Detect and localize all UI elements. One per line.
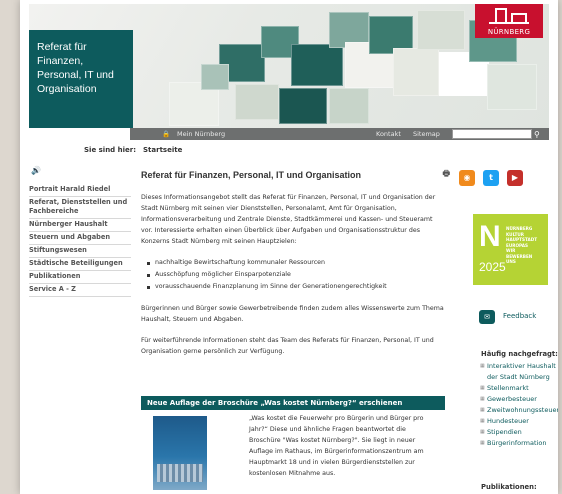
title-line: Finanzen, bbox=[37, 55, 84, 67]
publikationen-heading: Publikationen: bbox=[481, 483, 537, 491]
header-banner: Referat für Finanzen, Personal, IT und O… bbox=[29, 4, 549, 128]
sidebar-item-haushalt[interactable]: Nürnberger Haushalt bbox=[29, 219, 131, 232]
goals-list: nachhaltige Bewirtschaftung kommunaler R… bbox=[147, 257, 446, 293]
title-line: Referat für bbox=[37, 41, 87, 53]
kultur-n-icon: N bbox=[479, 220, 501, 253]
paragraph: Für weiterführende Informationen steht d… bbox=[141, 337, 434, 355]
page: Referat für Finanzen, Personal, IT und O… bbox=[20, 0, 558, 494]
logo-text: NÜRNBERG bbox=[487, 28, 531, 36]
kultur-line: UNS bbox=[506, 259, 516, 264]
nuernberg-logo[interactable]: NÜRNBERG bbox=[475, 4, 543, 38]
link-stipendien[interactable]: Stipendien bbox=[480, 427, 558, 438]
sidebar-item-publikationen[interactable]: Publikationen bbox=[29, 271, 131, 284]
link-gewerbesteuer[interactable]: Gewerbesteuer bbox=[480, 394, 558, 405]
lock-icon: 🔒 bbox=[162, 130, 171, 138]
feedback-label: Feedback bbox=[503, 312, 537, 320]
search-icon[interactable]: ⚲ bbox=[534, 130, 540, 139]
kontakt-link[interactable]: Kontakt bbox=[376, 130, 401, 138]
sidebar-item-steuern[interactable]: Steuern und Abgaben bbox=[29, 232, 131, 245]
often-heading: Häufig nachgefragt: bbox=[481, 350, 558, 358]
link-zweitwohnungssteuer[interactable]: Zweitwohnungssteuer bbox=[480, 405, 558, 416]
paragraph: Bürgerinnen und Bürger sowie Gewerbetrei… bbox=[141, 305, 444, 323]
breadcrumb-label: Sie sind hier: bbox=[84, 146, 137, 154]
sidebar-item-stiftungswesen[interactable]: Stiftungswesen bbox=[29, 245, 131, 258]
rss-icon[interactable]: ◉ bbox=[459, 170, 475, 186]
list-item: nachhaltige Bewirtschaftung kommunaler R… bbox=[147, 257, 446, 269]
mein-nuernberg-link[interactable]: Mein Nürnberg bbox=[177, 130, 225, 138]
feedback-icon: ✉ bbox=[479, 310, 495, 324]
sitemap-link[interactable]: Sitemap bbox=[413, 130, 440, 138]
title-line: Organisation bbox=[37, 83, 97, 95]
right-sidebar: ◉ t ▶ N 2025 NÜRNBERG KULTUR HAUPTSTADT … bbox=[454, 170, 558, 491]
kultur-line: HAUPTSTADT bbox=[506, 237, 538, 242]
page-title-text: Referat für Finanzen, Personal, IT und O… bbox=[141, 170, 362, 180]
page-title: Referat für Finanzen, Personal, IT und O… bbox=[141, 169, 450, 181]
social-links: ◉ t ▶ bbox=[459, 170, 554, 186]
twitter-icon[interactable]: t bbox=[483, 170, 499, 186]
print-icon[interactable]: 🖶 bbox=[442, 168, 450, 179]
breadcrumb: Sie sind hier: Startseite bbox=[29, 146, 549, 156]
teaser-text: „Was kostet die Feuerwehr pro Bürgerin u… bbox=[249, 415, 424, 477]
title-line: Personal, IT und bbox=[37, 69, 114, 81]
intro-paragraph: Dieses Informationsangebot stellt das Re… bbox=[141, 194, 436, 245]
teaser-box: Neue Auflage der Broschüre „Was kostet N… bbox=[141, 396, 445, 494]
sidebar-item-referat[interactable]: Referat, Dienststellen und Fachbereiche bbox=[29, 197, 131, 219]
main-content: Referat für Finanzen, Personal, IT und O… bbox=[141, 169, 450, 367]
kultur-text: NÜRNBERG KULTUR HAUPTSTADT EUROPAS WIR B… bbox=[506, 226, 537, 265]
list-item: Ausschöpfung möglicher Einsparpotenziale bbox=[147, 269, 446, 281]
youtube-icon[interactable]: ▶ bbox=[507, 170, 523, 186]
brochure-image[interactable] bbox=[153, 416, 207, 490]
sidebar-item-service[interactable]: Service A - Z bbox=[29, 284, 131, 297]
list-item: vorausschauende Finanzplanung im Sinne d… bbox=[147, 281, 446, 293]
teaser-heading[interactable]: Neue Auflage der Broschüre „Was kostet N… bbox=[141, 396, 445, 410]
department-title: Referat für Finanzen, Personal, IT und O… bbox=[29, 30, 133, 128]
top-navbar: 🔒 Mein Nürnberg Kontakt Sitemap ⚲ bbox=[130, 128, 549, 140]
breadcrumb-current[interactable]: Startseite bbox=[143, 146, 182, 154]
speaker-icon[interactable]: 🔊 bbox=[31, 166, 41, 175]
link-stellenmarkt[interactable]: Stellenmarkt bbox=[480, 383, 558, 394]
castle-icon bbox=[489, 8, 529, 24]
sidebar-item-portrait[interactable]: Portrait Harald Riedel bbox=[29, 184, 131, 197]
feedback-button[interactable]: ✉ Feedback bbox=[473, 306, 548, 328]
search-input[interactable] bbox=[452, 129, 532, 139]
sidebar-item-beteiligungen[interactable]: Städtische Beteiligungen bbox=[29, 258, 131, 271]
frequently-requested: Häufig nachgefragt: Interaktiver Haushal… bbox=[480, 350, 558, 449]
link-interaktiver-haushalt[interactable]: Interaktiver Haushalt der Stadt Nürnberg bbox=[480, 361, 558, 383]
link-hundesteuer[interactable]: Hundesteuer bbox=[480, 416, 558, 427]
kulturhauptstadt-banner[interactable]: N 2025 NÜRNBERG KULTUR HAUPTSTADT EUROPA… bbox=[473, 214, 548, 285]
kultur-year: 2025 bbox=[479, 260, 506, 274]
sidebar-nav: Portrait Harald Riedel Referat, Dienstst… bbox=[29, 184, 131, 297]
link-buergerinformation[interactable]: Bürgerinformation bbox=[480, 438, 558, 449]
